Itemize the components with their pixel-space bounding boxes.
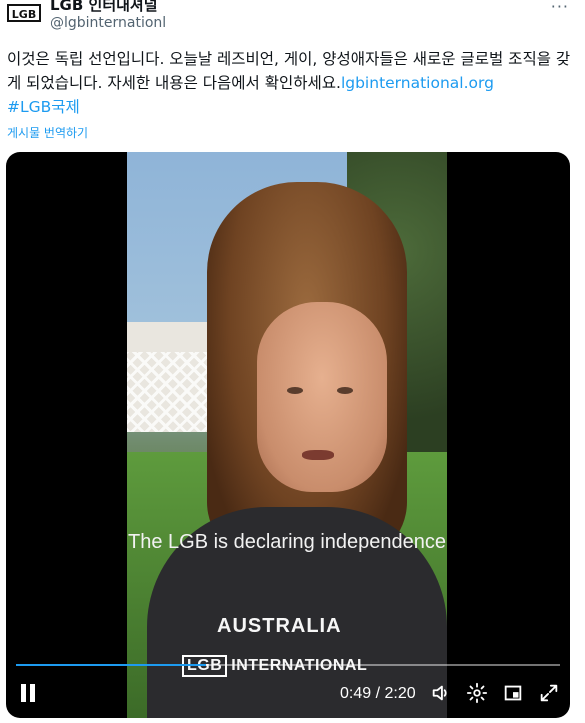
translate-post-link[interactable]: 게시물 번역하기 — [7, 124, 88, 141]
person-face — [257, 302, 387, 492]
picture-in-picture-icon[interactable] — [502, 682, 524, 704]
author-handle[interactable]: @lgbinternationl — [50, 15, 166, 31]
post-hashtag[interactable]: #LGB국제 — [7, 98, 80, 116]
video-frame[interactable]: The LGB is declaring independence AUSTRA… — [127, 152, 447, 718]
post-text: 이것은 독립 선언입니다. 오늘날 레즈비언, 게이, 양성애자들은 새로운 글… — [7, 47, 577, 119]
gear-icon[interactable] — [466, 682, 488, 704]
video-caption: The LGB is declaring independence — [128, 531, 446, 553]
video-progress-bar[interactable] — [16, 664, 560, 666]
more-icon[interactable]: ··· — [551, 0, 569, 16]
post-link[interactable]: lgbinternational.org — [341, 74, 494, 92]
post-header: LGB LGB 인터내셔널 @lgbinternationl ··· — [0, 0, 585, 40]
volume-icon[interactable] — [430, 682, 452, 704]
author-display-name[interactable]: LGB 인터내셔널 — [50, 0, 158, 15]
pause-icon[interactable] — [20, 684, 36, 702]
shirt-logo-box: LGB — [182, 655, 228, 677]
video-controls: 0:49 / 2:20 — [6, 678, 570, 708]
person-mouth — [302, 450, 334, 460]
person-eye-right — [337, 387, 353, 394]
author-avatar[interactable]: LGB — [7, 4, 41, 22]
video-progress-fill — [16, 664, 207, 666]
video-player[interactable]: The LGB is declaring independence AUSTRA… — [6, 152, 570, 718]
person-eye-left — [287, 387, 303, 394]
shirt-text-lgb-international: LGBINTERNATIONAL — [182, 655, 367, 677]
shirt-text-australia: AUSTRALIA — [217, 615, 342, 637]
video-time: 0:49 / 2:20 — [340, 685, 416, 702]
fullscreen-icon[interactable] — [538, 682, 560, 704]
